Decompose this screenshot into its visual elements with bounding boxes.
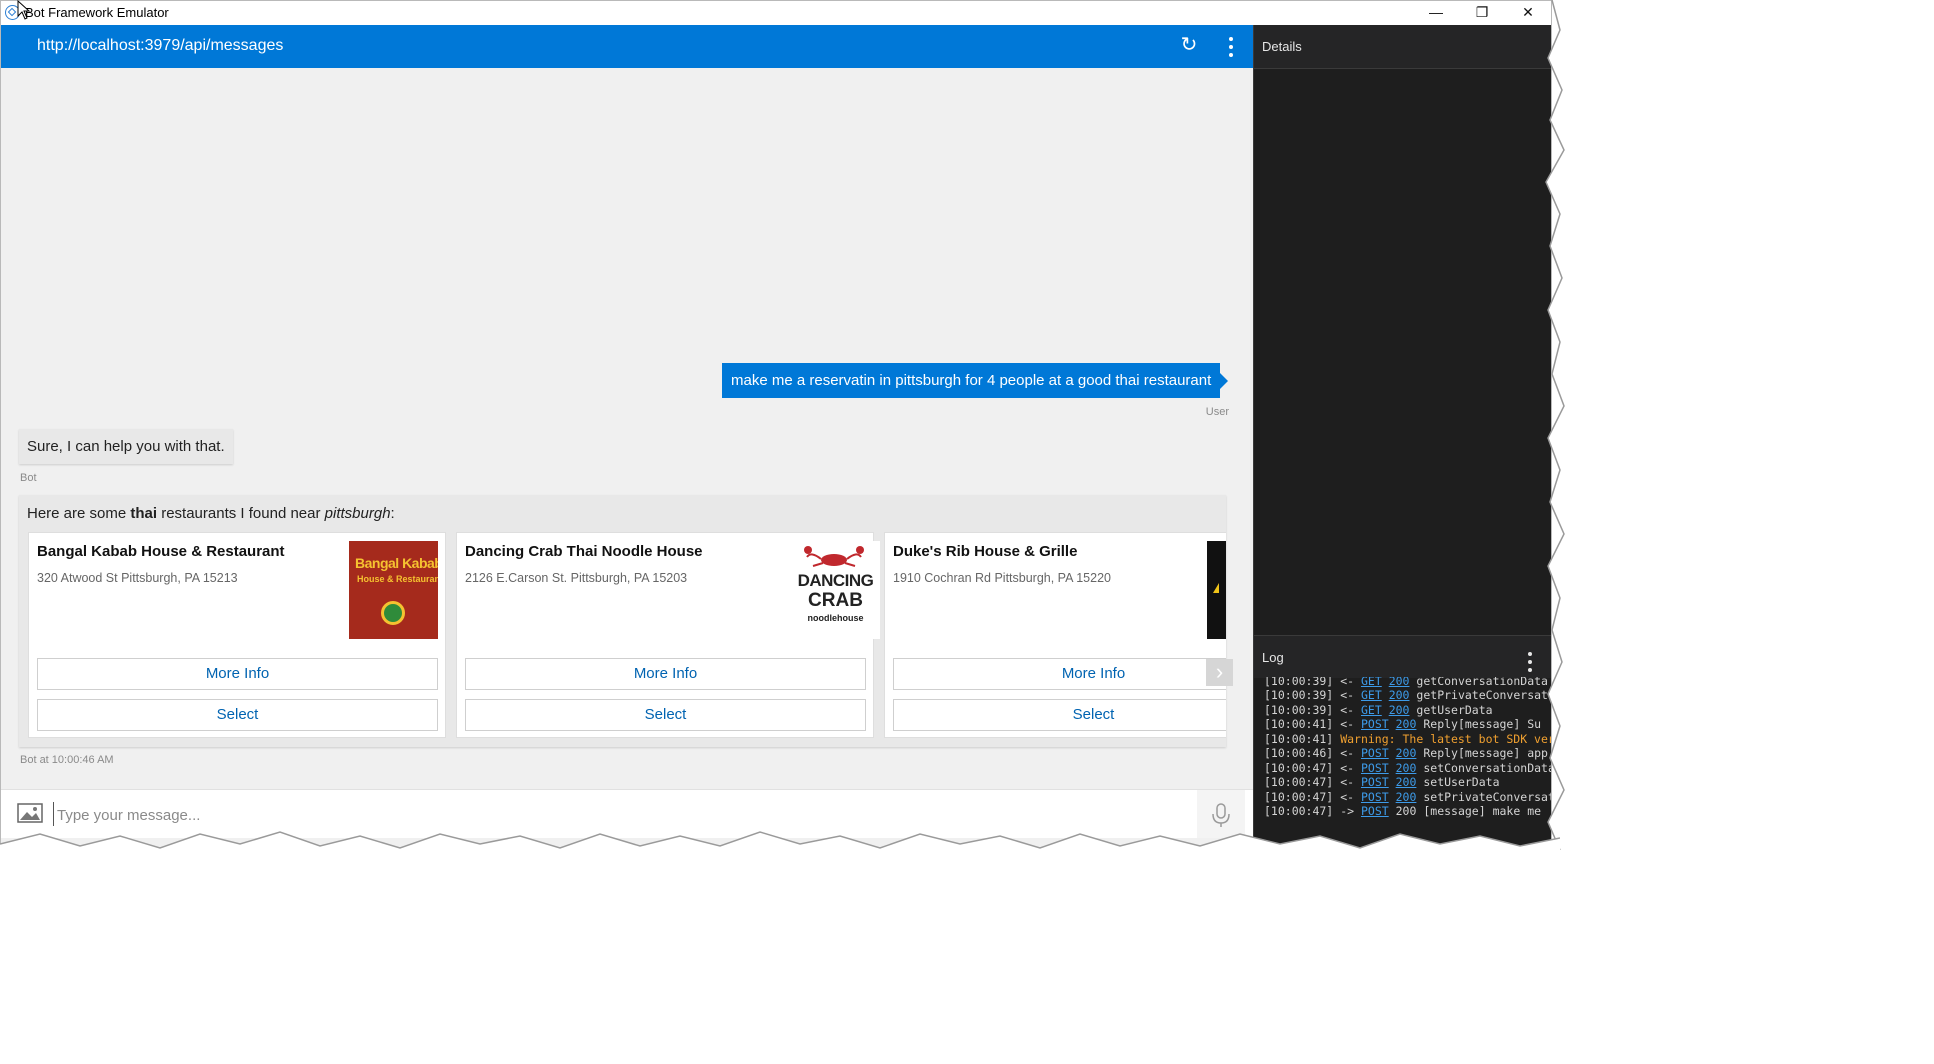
restaurant-image: Bangal Kabab House & Restaurant	[349, 541, 438, 639]
card-title: Duke's Rib House & Grille	[893, 543, 1078, 560]
chat-panel: http://localhost:3979/api/messages ↻ mak…	[1, 25, 1253, 849]
log-entry: [10:00:39] <- GET 200 getUserData	[1264, 703, 1493, 717]
torn-edge-right	[1545, 0, 1576, 870]
card-address: 1910 Cochran Rd Pittsburgh, PA 15220	[893, 571, 1111, 585]
log-status-link[interactable]: 200	[1396, 790, 1417, 804]
endpoint-url[interactable]: http://localhost:3979/api/messages	[37, 37, 283, 55]
carousel-intro: Here are some thai restaurants I found n…	[27, 505, 395, 522]
log-entry: [10:00:41] Warning: The latest bot SDK v…	[1264, 732, 1552, 746]
details-header: Details	[1254, 25, 1551, 69]
card-address: 2126 E.Carson St. Pittsburgh, PA 15203	[465, 571, 688, 585]
more-vertical-icon[interactable]	[1221, 35, 1241, 59]
log-method-link[interactable]: GET	[1361, 703, 1382, 717]
restaurant-card: Dancing Crab Thai Noodle House 2126 E.Ca…	[456, 532, 880, 738]
more-info-button[interactable]: More Info	[465, 658, 866, 690]
restaurant-card: Bangal Kabab House & Restaurant 320 Atwo…	[28, 532, 446, 738]
log-status-link[interactable]: 200	[1396, 717, 1417, 731]
user-message: make me a reservatin in pittsburgh for 4…	[722, 363, 1229, 398]
refresh-icon[interactable]: ↻	[1179, 35, 1199, 55]
log-warning: Warning: The latest bot SDK ver	[1340, 732, 1552, 746]
torn-edge-bottom	[0, 831, 1560, 868]
city-text: pittsburgh	[324, 505, 391, 522]
card-title: Bangal Kabab House & Restaurant	[37, 543, 285, 560]
restaurant-image	[1207, 541, 1226, 639]
log-header: Log	[1254, 635, 1551, 678]
title-bar: Bot Framework Emulator — ❐ ✕	[1, 1, 1551, 25]
image-icon[interactable]	[17, 802, 43, 824]
app-window: Bot Framework Emulator — ❐ ✕ http://loca…	[0, 0, 1552, 850]
window-title: Bot Framework Emulator	[25, 5, 169, 20]
log-method-link[interactable]: POST	[1361, 717, 1389, 731]
more-info-button[interactable]: More Info	[37, 658, 438, 690]
log-method-link[interactable]: POST	[1361, 746, 1389, 760]
log-status: 200	[1395, 804, 1417, 818]
log-entry: [10:00:39] <- GET 200 getConversationDat…	[1264, 677, 1548, 688]
log-status-link[interactable]: 200	[1389, 688, 1410, 702]
log-entry: [10:00:47] -> POST 200 [message] make me	[1264, 804, 1542, 818]
restaurant-image: DANCING CRAB noodlehouse	[791, 541, 880, 639]
card-title: Dancing Crab Thai Noodle House	[465, 543, 703, 560]
minimize-button[interactable]: —	[1413, 1, 1459, 25]
log-method-link[interactable]: POST	[1361, 761, 1389, 775]
bot-message: Sure, I can help you with that.	[19, 429, 233, 464]
select-button[interactable]: Select	[893, 699, 1226, 731]
more-vertical-icon[interactable]	[1528, 650, 1532, 672]
log-status-link[interactable]: 200	[1396, 746, 1417, 760]
log-method-link[interactable]: POST	[1361, 790, 1389, 804]
cuisine-text: thai	[130, 505, 158, 522]
log-status-link[interactable]: 200	[1396, 775, 1417, 789]
chevron-right-icon[interactable]: ›	[1206, 659, 1233, 686]
log-status-link[interactable]: 200	[1389, 703, 1410, 717]
log-method-link[interactable]: GET	[1361, 677, 1382, 688]
select-button[interactable]: Select	[465, 699, 866, 731]
select-button[interactable]: Select	[37, 699, 438, 731]
restaurant-carousel: Here are some thai restaurants I found n…	[19, 495, 1226, 747]
text-cursor	[53, 802, 54, 826]
user-label: User	[1205, 406, 1229, 418]
log-entry: [10:00:47] <- POST 200 setPrivateConvers…	[1264, 790, 1552, 804]
log-entry: [10:00:41] <- POST 200 Reply[message] Su	[1264, 717, 1542, 731]
log-entry: [10:00:46] <- POST 200 Reply[message] ap…	[1264, 746, 1548, 760]
log-method-link[interactable]: POST	[1361, 804, 1389, 818]
restaurant-card: Duke's Rib House & Grille 1910 Cochran R…	[884, 532, 1226, 738]
log-entry: [10:00:47] <- POST 200 setConversationDa…	[1264, 761, 1552, 775]
log-status-link[interactable]: 200	[1389, 677, 1410, 688]
more-info-button[interactable]: More Info	[893, 658, 1226, 690]
crab-logo-icon	[804, 546, 864, 567]
bot-label: Bot	[20, 472, 37, 484]
details-title: Details	[1262, 39, 1302, 54]
log-method-link[interactable]: POST	[1361, 775, 1389, 789]
log-method-link[interactable]: GET	[1361, 688, 1382, 702]
log-entry: [10:00:39] <- GET 200 getPrivateConversa…	[1264, 688, 1548, 702]
mouse-pointer-icon	[17, 0, 31, 20]
card-address: 320 Atwood St Pittsburgh, PA 15213	[37, 571, 238, 585]
bot-timestamp: Bot at 10:00:46 AM	[20, 754, 114, 766]
inspector-panel: Details Log [10:00:39] <- GET 200 getCon…	[1253, 25, 1552, 849]
log-entry: [10:00:47] <- POST 200 setUserData	[1264, 775, 1500, 789]
log-status-link[interactable]: 200	[1396, 761, 1417, 775]
address-bar: http://localhost:3979/api/messages ↻	[1, 25, 1253, 68]
message-input[interactable]	[55, 800, 1189, 830]
maximize-button[interactable]: ❐	[1459, 1, 1505, 25]
log-title: Log	[1262, 650, 1284, 665]
log-list: [10:00:39] <- GET 200 getConversationDat…	[1254, 677, 1552, 827]
